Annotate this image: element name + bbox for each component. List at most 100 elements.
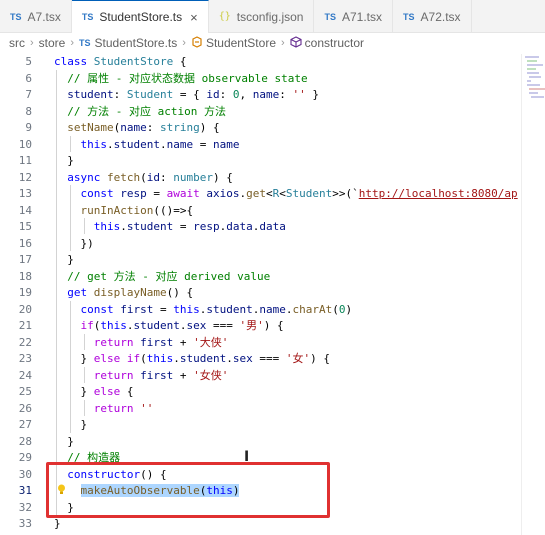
code-token: ) { (310, 352, 330, 365)
typescript-file-icon: TS (79, 38, 91, 48)
line-number: 15 (18, 220, 32, 233)
code-token: name (252, 88, 280, 101)
line-number: 7 (25, 88, 32, 101)
code-text: if(this.student.sex === '男') { (54, 318, 284, 335)
code-token: resp (120, 187, 147, 200)
code-line[interactable]: 28 } (0, 434, 520, 451)
line-number: 31 (18, 484, 32, 497)
code-token: this (146, 352, 174, 365)
breadcrumb-item-class[interactable]: StudentStore (206, 36, 276, 50)
code-token: ( (140, 352, 147, 365)
code-token: axios (206, 187, 240, 200)
tab-studentstore-ts[interactable]: TS StudentStore.ts × (71, 0, 209, 33)
code-line[interactable]: 5 class StudentStore { (0, 54, 520, 71)
tab-a72-tsx[interactable]: TS A72.tsx (393, 0, 472, 33)
code-text: student: Student = { id: 0, name: '' } (54, 87, 319, 104)
code-token: number (173, 170, 213, 184)
code-line[interactable]: 27 } (0, 417, 520, 434)
code-line[interactable]: 8 // 方法 - 对应 action 方法 (0, 104, 520, 121)
line-number: 5 (25, 55, 32, 68)
code-token: if (54, 319, 94, 332)
code-line[interactable]: 33} (0, 516, 520, 533)
tab-a71-tsx[interactable]: TS A71.tsx (314, 0, 393, 33)
lightbulb-icon[interactable] (57, 484, 66, 495)
code-token: } (54, 253, 74, 266)
breadcrumb-item-constructor[interactable]: constructor (305, 36, 364, 50)
minimap[interactable] (521, 54, 545, 535)
code-token: '女' (285, 352, 311, 365)
code-line[interactable]: 21 if(this.student.sex === '男') { (0, 318, 520, 335)
code-line[interactable]: 20 const first = this.student.name.charA… (0, 302, 520, 319)
line-number: 29 (18, 451, 32, 464)
line-number: 11 (18, 154, 32, 167)
code-token: } (54, 434, 74, 448)
code-text: } (54, 434, 74, 451)
close-icon[interactable]: × (190, 10, 198, 25)
code-line[interactable]: 10 this.student.name = name (0, 137, 520, 154)
code-text: } (54, 252, 74, 269)
code-line[interactable]: 23 } else if(this.student.sex === '女') { (0, 351, 520, 368)
code-token: + (173, 368, 194, 382)
typescript-file-icon: TS (10, 11, 22, 22)
breadcrumb-item-store[interactable]: store (39, 36, 66, 50)
code-token: Student (285, 187, 333, 200)
line-number: 8 (25, 104, 32, 118)
code-token: === (252, 352, 286, 365)
code-token: === (206, 319, 240, 332)
code-line[interactable]: 14 runInAction(()=>{ (0, 203, 520, 220)
code-token: first (140, 335, 174, 349)
code-line[interactable]: 22 return first + '大侠' (0, 335, 520, 352)
code-token: '' (292, 88, 306, 101)
code-token: get (54, 286, 94, 299)
breadcrumb-item-src[interactable]: src (9, 36, 25, 50)
line-number: 21 (18, 319, 32, 332)
code-token: else if (93, 352, 141, 365)
code-token: }) (54, 236, 94, 250)
code-text: class StudentStore { (54, 54, 186, 71)
code-token: = { (173, 88, 207, 101)
code-token: string (159, 121, 200, 134)
code-token: name (212, 137, 240, 151)
code-line[interactable]: 12 async fetch(id: number) { (0, 170, 520, 187)
code-line[interactable]: 17 } (0, 252, 520, 269)
tab-tsconfig-json[interactable]: {} tsconfig.json (209, 0, 315, 33)
tab-label: StudentStore.ts (99, 10, 183, 24)
code-token: ) { (263, 319, 284, 332)
code-token: } (54, 418, 88, 431)
code-line[interactable]: 19 get displayName() { (0, 285, 520, 302)
code-token: ) { (212, 170, 233, 184)
line-number: 16 (18, 236, 32, 250)
code-line[interactable]: 18 // get 方法 - 对应 derived value (0, 269, 520, 286)
breadcrumb-separator: › (281, 37, 285, 49)
code-line[interactable]: 7 student: Student = { id: 0, name: '' } (0, 87, 520, 104)
tab-a7-tsx[interactable]: TS A7.tsx (0, 0, 72, 33)
code-line[interactable]: 24 return first + '女侠' (0, 368, 520, 385)
code-token: StudentStore (93, 55, 174, 68)
code-token: ( (140, 170, 147, 184)
code-token: : (279, 88, 293, 101)
typescript-file-icon: TS (403, 11, 415, 22)
code-line[interactable]: 11 } (0, 153, 520, 170)
code-line[interactable]: 26 return '' (0, 401, 520, 418)
breadcrumb-item-file[interactable]: StudentStore.ts (95, 36, 178, 50)
code-line[interactable]: 13 const resp = await axios.get<R<Studen… (0, 186, 520, 203)
code-line[interactable]: 25 } else { (0, 384, 520, 401)
code-token: : (113, 88, 127, 101)
line-number: 26 (18, 401, 32, 415)
code-token: = (146, 187, 167, 200)
line-number: 27 (18, 418, 32, 431)
code-token: student (113, 137, 160, 151)
code-line[interactable]: 9 setName(name: string) { (0, 120, 520, 137)
code-line[interactable]: 15 this.student = resp.data.data (0, 219, 520, 236)
code-token: await (166, 187, 207, 200)
code-line[interactable]: 6 // 属性 - 对应状态数据 observable state (0, 71, 520, 88)
code-token: . (126, 319, 134, 332)
code-token: : (219, 88, 233, 101)
method-symbol-icon (290, 35, 302, 51)
line-number: 25 (18, 385, 32, 398)
breadcrumb-separator: › (70, 37, 75, 49)
code-line[interactable]: 16 }) (0, 236, 520, 253)
code-token: name (259, 302, 286, 316)
code-text: }) (54, 236, 94, 253)
line-number: 9 (25, 121, 32, 134)
